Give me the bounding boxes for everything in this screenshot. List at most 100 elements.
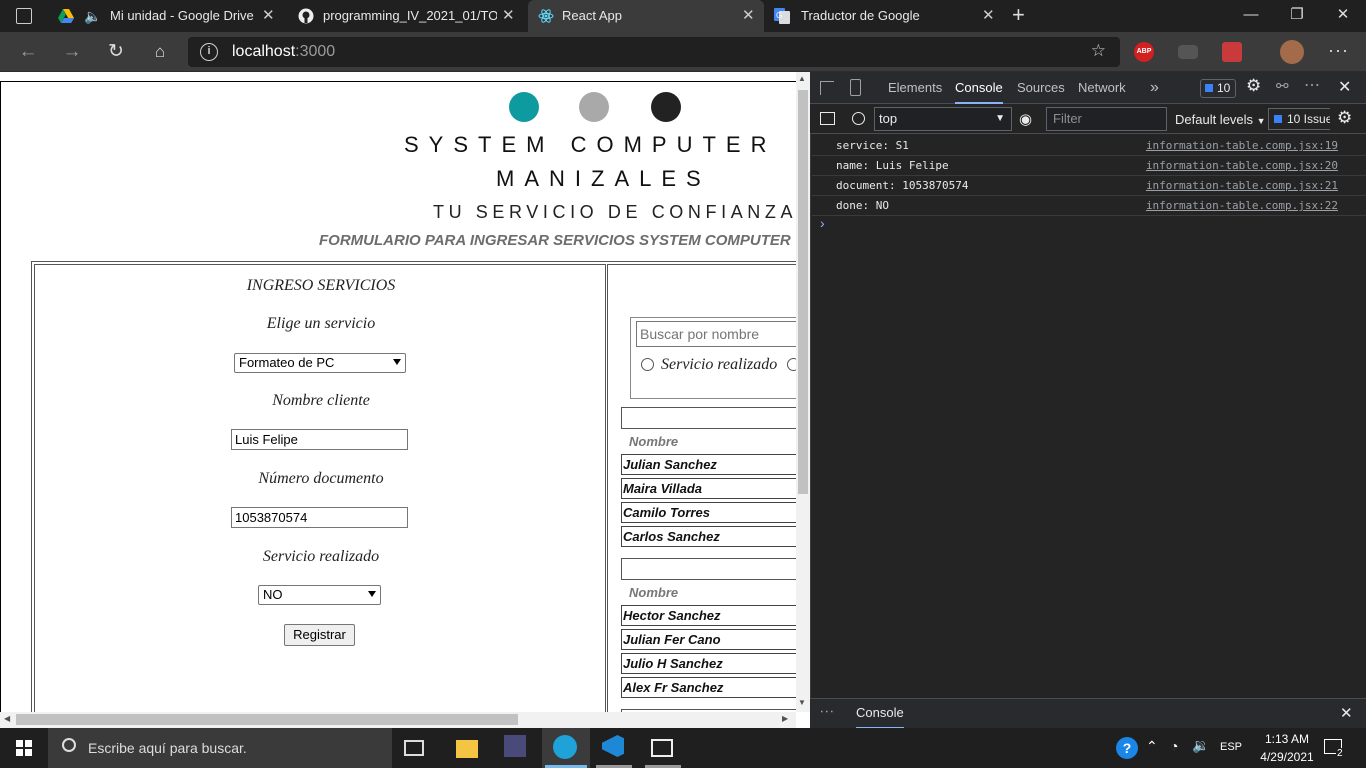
minimize-button[interactable]: — xyxy=(1228,0,1274,32)
scroll-right-icon[interactable]: ▶ xyxy=(782,714,788,723)
drawer-tab-console[interactable]: Console xyxy=(856,699,904,729)
section-title: INGRESO SERVICIOS xyxy=(246,277,396,294)
new-tab-button[interactable]: + xyxy=(1012,0,1025,30)
customize-icon[interactable]: ⚯ xyxy=(1276,77,1289,95)
scroll-up-icon[interactable]: ▲ xyxy=(798,74,806,83)
task-view-icon[interactable] xyxy=(404,740,424,756)
taskbar-search[interactable]: Escribe aquí para buscar. xyxy=(48,728,392,768)
table-row[interactable]: Julian Sanchez xyxy=(621,454,796,475)
tab-google-drive[interactable]: 🔈 Mi unidad - Google Drive ✕ xyxy=(48,0,284,32)
more-options-icon[interactable]: ⋯ xyxy=(1304,75,1320,95)
clear-console-icon[interactable] xyxy=(852,112,865,125)
table-row[interactable]: Hector Sanchez xyxy=(621,605,796,626)
forward-icon[interactable]: → xyxy=(60,40,84,64)
help-icon[interactable]: ? xyxy=(1116,737,1138,759)
document-input[interactable]: 1053870574 xyxy=(231,507,408,528)
volume-icon[interactable]: 🔉 xyxy=(1192,737,1209,754)
close-devtools-icon[interactable]: ✕ xyxy=(1338,77,1351,97)
console-message: document: 1053870574 information-table.c… xyxy=(812,176,1366,196)
more-tabs-icon[interactable]: » xyxy=(1150,72,1159,104)
taskbar-clock[interactable]: 1:13 AM 4/29/2021 xyxy=(1252,730,1322,766)
table-row[interactable]: Julio H Sanchez xyxy=(621,653,796,674)
console-message-text: done: NO xyxy=(836,199,889,212)
extension-icon[interactable] xyxy=(1178,45,1198,59)
scroll-down-icon[interactable]: ▼ xyxy=(798,698,806,707)
tab-sources[interactable]: Sources xyxy=(1017,72,1065,104)
home-icon[interactable]: ⌂ xyxy=(148,40,172,64)
sidebar-toggle-icon[interactable] xyxy=(820,112,835,125)
console-settings-icon[interactable]: ⚙ xyxy=(1337,108,1352,128)
tab-github[interactable]: programming_IV_2021_01/TODO ✕ xyxy=(288,0,524,32)
wifi-icon[interactable]: ◔ xyxy=(1170,738,1178,754)
close-tab-icon[interactable]: ✕ xyxy=(262,0,275,32)
eye-icon[interactable]: ◉ xyxy=(1019,110,1032,128)
table-row[interactable]: Camilo Torres xyxy=(621,502,796,523)
favorite-icon[interactable]: ☆ xyxy=(1091,41,1106,61)
table-row[interactable]: Carlos Sanchez xyxy=(621,526,796,547)
tab-react-app[interactable]: React App ✕ xyxy=(528,0,764,32)
console-source-link[interactable]: information-table.comp.jsx:22 xyxy=(1146,196,1338,216)
chevron-down-icon: ▼ xyxy=(995,113,1005,124)
device-toolbar-icon[interactable] xyxy=(850,79,861,96)
console-prompt-icon[interactable]: › xyxy=(820,215,825,231)
register-button[interactable]: Registrar xyxy=(284,624,355,646)
table-row[interactable]: Maira Villada xyxy=(621,478,796,499)
console-source-link[interactable]: information-table.comp.jsx:21 xyxy=(1146,176,1338,196)
radio-not-done[interactable] xyxy=(787,358,796,371)
issues-button[interactable]: 10 Issue xyxy=(1268,108,1330,130)
console-source-link[interactable]: information-table.comp.jsx:19 xyxy=(1146,136,1338,156)
extension-icon-red[interactable] xyxy=(1222,42,1242,62)
inspect-element-icon[interactable] xyxy=(820,81,834,95)
tab-actions-icon[interactable] xyxy=(16,8,32,24)
issues-counter[interactable]: 10 xyxy=(1200,79,1236,98)
address-field[interactable]: i localhost:3000 ☆ xyxy=(188,37,1120,67)
tab-console[interactable]: Console xyxy=(955,72,1003,104)
done-select[interactable]: NO xyxy=(258,585,381,605)
abp-icon[interactable]: ABP xyxy=(1134,42,1154,62)
issues-label: 10 Issue xyxy=(1287,112,1330,126)
form-heading: FORMULARIO PARA INGRESAR SERVICIOS SYSTE… xyxy=(319,232,791,249)
back-icon[interactable]: ← xyxy=(16,40,40,64)
more-options-icon[interactable]: ··· xyxy=(1328,40,1349,61)
radio-done[interactable] xyxy=(641,358,654,371)
client-name-input[interactable]: Luis Felipe xyxy=(231,429,408,450)
document-label: Número documento xyxy=(258,470,384,487)
console-message: service: S1 information-table.comp.jsx:1… xyxy=(812,136,1366,156)
log-levels-dropdown[interactable]: Default levels ▼ xyxy=(1175,112,1266,127)
console-message-text: document: 1053870574 xyxy=(836,179,969,192)
console-source-link[interactable]: information-table.comp.jsx:20 xyxy=(1146,156,1338,176)
maximize-button[interactable]: ❐ xyxy=(1274,0,1320,32)
tab-elements[interactable]: Elements xyxy=(888,72,942,104)
photos-icon[interactable] xyxy=(651,739,673,757)
close-tab-icon[interactable]: ✕ xyxy=(982,0,995,32)
close-tab-icon[interactable]: ✕ xyxy=(742,0,755,32)
avatar[interactable] xyxy=(1280,40,1304,64)
tab-google-translate[interactable]: G Traductor de Google ✕ xyxy=(768,0,1004,32)
drawer-menu-icon[interactable]: ⋮ xyxy=(819,705,836,719)
table-row[interactable]: Alex Fr Sanchez xyxy=(621,677,796,698)
app-icon[interactable] xyxy=(504,735,526,757)
close-window-button[interactable]: ✕ xyxy=(1320,0,1366,32)
refresh-icon[interactable]: ↻ xyxy=(104,40,128,64)
vertical-scroll-thumb[interactable] xyxy=(798,90,808,494)
filter-input[interactable]: Filter xyxy=(1046,107,1167,131)
table-row[interactable]: Julian Fer Cano xyxy=(621,629,796,650)
clock-date: 4/29/2021 xyxy=(1260,750,1314,764)
info-icon[interactable]: i xyxy=(200,43,218,61)
speaker-icon[interactable]: 🔈 xyxy=(84,0,101,32)
language-indicator[interactable]: ESP xyxy=(1220,741,1242,753)
show-hidden-icons[interactable]: ⌃ xyxy=(1146,738,1158,755)
horizontal-scroll-thumb[interactable] xyxy=(16,714,518,725)
chevron-down-icon: ▼ xyxy=(1256,116,1266,126)
service-select[interactable]: Formateo de PC xyxy=(234,353,406,373)
close-tab-icon[interactable]: ✕ xyxy=(502,0,515,32)
windows-start-icon[interactable] xyxy=(16,740,32,756)
close-drawer-icon[interactable]: ✕ xyxy=(1340,704,1353,722)
scroll-left-icon[interactable]: ◀ xyxy=(4,714,10,723)
edge-icon[interactable] xyxy=(553,735,577,759)
context-select[interactable]: top ▼ xyxy=(874,107,1012,131)
settings-gear-icon[interactable]: ⚙ xyxy=(1246,76,1261,96)
search-input[interactable]: Buscar por nombre xyxy=(636,321,796,347)
tab-network[interactable]: Network xyxy=(1078,72,1126,104)
file-explorer-icon[interactable] xyxy=(456,740,478,758)
